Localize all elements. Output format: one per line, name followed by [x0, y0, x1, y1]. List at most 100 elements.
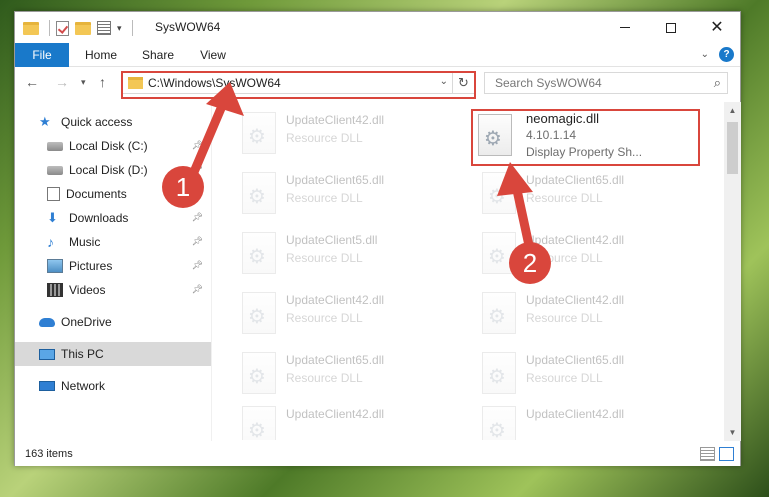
- list-item[interactable]: UpdateClient65.dll Resource DLL: [234, 168, 464, 218]
- callout-badge-2: 2: [509, 242, 551, 284]
- list-item[interactable]: UpdateClient65.dll Resource DLL: [474, 168, 704, 218]
- chevron-down-icon[interactable]: ▾: [117, 23, 122, 34]
- file-name: UpdateClient65.dll: [286, 173, 385, 187]
- sidebar-item-label: Local Disk (C:): [69, 139, 148, 153]
- sidebar-item-quick-access[interactable]: ★ Quick access: [15, 110, 211, 134]
- details-view-icon[interactable]: [700, 447, 715, 461]
- properties-icon[interactable]: [97, 21, 111, 35]
- sidebar-item-videos[interactable]: Videos 📌︎: [15, 278, 211, 302]
- disk-icon: [47, 165, 63, 175]
- window-controls: ✕: [602, 12, 740, 43]
- minimize-button[interactable]: [602, 12, 648, 43]
- folder-icon[interactable]: [23, 21, 39, 35]
- tab-file[interactable]: File: [15, 43, 69, 67]
- minimize-icon: [620, 27, 630, 28]
- pin-icon[interactable]: 📌︎: [192, 212, 203, 223]
- file-name: UpdateClient42.dll: [526, 407, 625, 421]
- close-icon: ✕: [710, 18, 724, 36]
- file-name: UpdateClient5.dll: [286, 233, 378, 247]
- file-name: UpdateClient65.dll: [526, 173, 625, 187]
- sidebar-item-this-pc[interactable]: This PC: [15, 342, 211, 366]
- network-icon: [39, 381, 55, 391]
- computer-icon: [39, 348, 55, 360]
- search-icon[interactable]: ⌕: [714, 75, 721, 91]
- view-toggle: [700, 447, 734, 461]
- search-input[interactable]: Search SysWOW64: [495, 76, 602, 90]
- maximize-icon: [666, 22, 676, 33]
- list-item[interactable]: UpdateClient42.dll Resource DLL: [474, 288, 704, 338]
- dll-file-icon: [242, 232, 276, 274]
- pin-icon[interactable]: 📌︎: [192, 284, 203, 295]
- sidebar-item-downloads[interactable]: ⬇ Downloads 📌︎: [15, 206, 211, 230]
- up-arrow-icon[interactable]: ↑: [99, 74, 106, 90]
- chevron-down-icon[interactable]: ⌄: [701, 49, 709, 60]
- file-type: Resource DLL: [286, 371, 363, 385]
- close-button[interactable]: ✕: [694, 12, 740, 43]
- status-bar: 163 items: [15, 443, 740, 466]
- sidebar-item-label: Pictures: [69, 259, 113, 273]
- file-type: Resource DLL: [526, 191, 603, 205]
- list-item[interactable]: UpdateClient65.dll Resource DLL: [234, 348, 464, 398]
- title-bar: ▾ SysWOW64 ✕: [15, 12, 740, 43]
- forward-arrow-icon[interactable]: →: [55, 74, 69, 90]
- search-box[interactable]: Search SysWOW64 ⌕: [484, 72, 728, 94]
- dll-file-icon: [482, 406, 516, 440]
- properties-check-icon[interactable]: [56, 20, 69, 36]
- new-folder-icon[interactable]: [75, 21, 91, 35]
- dll-file-icon: [482, 352, 516, 394]
- file-type: Resource DLL: [286, 131, 363, 145]
- list-item[interactable]: UpdateClient42.dll Resource DLL: [474, 228, 704, 278]
- file-name: UpdateClient42.dll: [286, 113, 385, 127]
- back-arrow-icon[interactable]: ←: [25, 74, 39, 90]
- navigation-pane: ★ Quick access Local Disk (C:) 📌︎ Local …: [15, 102, 211, 441]
- file-type: Resource DLL: [526, 371, 603, 385]
- cloud-icon: [39, 317, 55, 327]
- pin-icon[interactable]: 📌︎: [192, 236, 203, 247]
- callout-badge-1: 1: [162, 166, 204, 208]
- list-item[interactable]: UpdateClient42.dll: [234, 402, 464, 440]
- recent-chevron-icon[interactable]: ▾: [81, 77, 86, 88]
- tab-share[interactable]: Share: [135, 43, 181, 67]
- list-item[interactable]: UpdateClient5.dll Resource DLL: [234, 228, 464, 278]
- videos-icon: [47, 283, 63, 297]
- sidebar-item-label: Music: [69, 235, 101, 249]
- tiles-view-icon[interactable]: [719, 447, 734, 461]
- tab-view[interactable]: View: [191, 43, 235, 67]
- sidebar-item-label: Documents: [66, 187, 127, 201]
- sidebar-item-local-disk-c[interactable]: Local Disk (C:) 📌︎: [15, 134, 211, 158]
- dll-file-icon: [242, 352, 276, 394]
- file-name: UpdateClient42.dll: [526, 293, 625, 307]
- file-name: UpdateClient65.dll: [526, 353, 625, 367]
- dll-file-icon: [242, 406, 276, 440]
- sidebar-item-network[interactable]: Network: [15, 374, 211, 398]
- tab-home[interactable]: Home: [77, 43, 125, 67]
- file-name: UpdateClient65.dll: [286, 353, 385, 367]
- dll-file-icon: [482, 172, 516, 214]
- window-title: SysWOW64: [155, 20, 221, 34]
- sidebar-item-onedrive[interactable]: OneDrive: [15, 310, 211, 334]
- ribbon-tabs: File Home Share View ⌄ ?: [15, 43, 740, 67]
- ribbon-right-controls: ⌄ ?: [701, 47, 734, 62]
- list-item[interactable]: UpdateClient65.dll Resource DLL: [474, 348, 704, 398]
- sidebar-item-label: Network: [61, 379, 106, 393]
- sidebar-item-label: OneDrive: [61, 315, 112, 329]
- list-item[interactable]: UpdateClient42.dll: [474, 402, 704, 440]
- sidebar-item-pictures[interactable]: Pictures 📌︎: [15, 254, 211, 278]
- help-icon[interactable]: ?: [719, 47, 734, 62]
- list-item[interactable]: UpdateClient42.dll Resource DLL: [234, 288, 464, 338]
- pin-icon[interactable]: 📌︎: [192, 260, 203, 271]
- scroll-down-icon[interactable]: ▼: [724, 424, 741, 441]
- toolbar-divider: [49, 20, 50, 36]
- dll-file-icon: [242, 292, 276, 334]
- scroll-up-icon[interactable]: ▲: [724, 102, 741, 119]
- pictures-icon: [47, 259, 63, 273]
- file-name: UpdateClient42.dll: [286, 407, 385, 421]
- maximize-button[interactable]: [648, 12, 694, 43]
- sidebar-item-music[interactable]: ♪ Music 📌︎: [15, 230, 211, 254]
- vertical-scrollbar[interactable]: ▲ ▼: [724, 102, 741, 441]
- sidebar-item-label: This PC: [61, 347, 104, 361]
- pin-icon[interactable]: 📌︎: [192, 140, 203, 151]
- list-item[interactable]: UpdateClient42.dll Resource DLL: [234, 108, 464, 158]
- scroll-thumb[interactable]: [727, 122, 738, 174]
- file-highlight: [471, 109, 700, 166]
